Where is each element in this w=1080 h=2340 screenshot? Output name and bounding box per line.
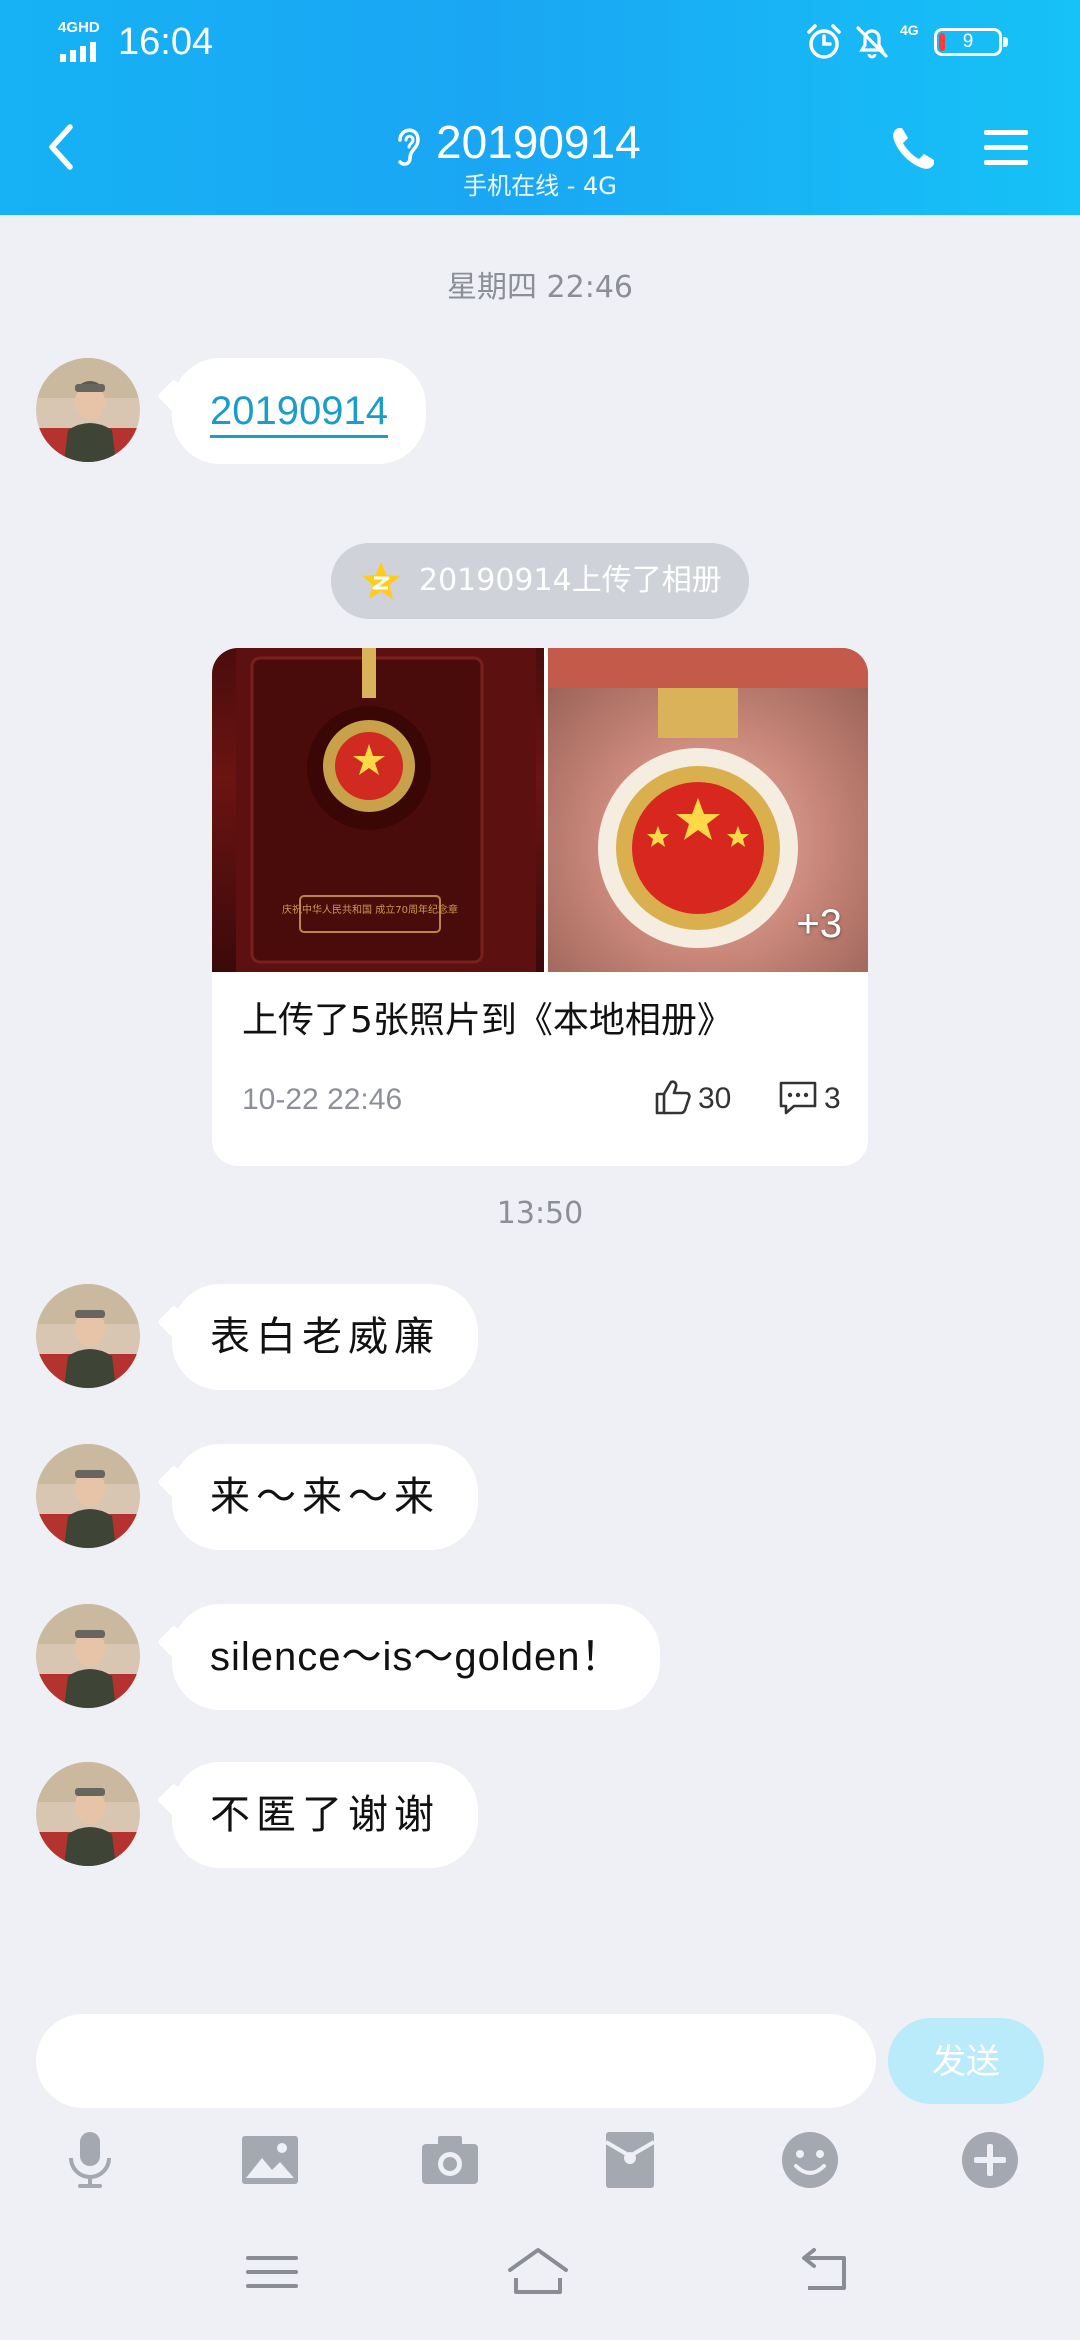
- album-photo-1[interactable]: 庆祝中华人民共和国 成立70周年纪念章: [212, 648, 544, 972]
- title-bar: 20190914 手机在线 - 4G: [0, 96, 1080, 204]
- avatar[interactable]: [36, 358, 140, 462]
- network-type: 4GHD: [58, 19, 100, 36]
- avatar-image: [36, 1762, 140, 1866]
- menu-button[interactable]: [978, 120, 1034, 176]
- camera-icon[interactable]: [418, 2128, 482, 2192]
- send-button[interactable]: 发送: [888, 2018, 1044, 2104]
- input-toolbar: [0, 2120, 1080, 2200]
- avatar-image: [36, 358, 140, 462]
- page-title: 20190914: [436, 116, 641, 168]
- nav-menu-icon[interactable]: [240, 2242, 304, 2302]
- avatar[interactable]: [36, 1284, 140, 1388]
- qzone-star-icon: [362, 562, 400, 599]
- battery-icon: 9: [934, 28, 1008, 56]
- chat-timestamp: 13:50: [496, 1196, 584, 1231]
- nav-back-icon[interactable]: [792, 2242, 856, 2302]
- plus-icon[interactable]: [958, 2128, 1022, 2192]
- album-time: 10-22 22:46: [242, 1083, 403, 1116]
- contact-title[interactable]: 20190914 手机在线 - 4G: [340, 108, 740, 200]
- comment-icon: [779, 1081, 817, 1115]
- chat-timestamp: 星期四 22:46: [447, 270, 633, 305]
- network-type-right: 4G: [900, 22, 919, 38]
- message-bubble[interactable]: 表白老威廉: [172, 1284, 478, 1390]
- link-message-bubble[interactable]: 20190914: [172, 358, 426, 464]
- album-notice-text: 20190914上传了相册: [419, 563, 722, 598]
- chat-header: 4GHD 16:04 4G 9 20190914 手机在线 - 4G: [0, 0, 1080, 215]
- status-time: 16:04: [118, 21, 214, 63]
- network-indicator: 4GHD: [58, 20, 108, 64]
- album-title: 上传了5张照片到《本地相册》: [242, 1000, 733, 1041]
- avatar[interactable]: [36, 1444, 140, 1548]
- like-count: 30: [698, 1082, 732, 1115]
- back-button[interactable]: [30, 112, 90, 182]
- message-input[interactable]: [36, 2014, 876, 2108]
- battery-percent: 9: [962, 31, 974, 52]
- album-photo-2[interactable]: +3: [548, 648, 868, 972]
- thumbs-up-icon: [655, 1080, 691, 1115]
- system-nav-bar: [0, 2234, 1080, 2314]
- album-card[interactable]: 庆祝中华人民共和国 成立70周年纪念章 +3 上传了5张照片到《本地相册》 10…: [212, 648, 868, 1166]
- signal-icon: [60, 42, 96, 62]
- avatar-image: [36, 1604, 140, 1708]
- phone-call-button[interactable]: [886, 120, 942, 176]
- album-notice[interactable]: 20190914上传了相册: [331, 543, 749, 619]
- like-button[interactable]: 30: [654, 1076, 744, 1122]
- online-status: 手机在线 - 4G: [463, 172, 617, 200]
- medal-box-caption: 庆祝中华人民共和国 成立70周年纪念章: [282, 903, 458, 916]
- avatar[interactable]: [36, 1762, 140, 1866]
- avatar-image: [36, 1284, 140, 1388]
- emoji-icon[interactable]: [778, 2128, 842, 2192]
- avatar-image: [36, 1444, 140, 1548]
- image-icon[interactable]: [238, 2128, 302, 2192]
- alarm-icon: [807, 24, 841, 59]
- nav-home-icon[interactable]: [506, 2242, 570, 2302]
- ear-icon: [398, 128, 420, 166]
- status-icons: 4G 9: [804, 18, 1024, 68]
- red-packet-icon[interactable]: [598, 2128, 662, 2192]
- microphone-icon[interactable]: [58, 2128, 122, 2192]
- comment-button[interactable]: 3: [778, 1076, 858, 1122]
- mute-icon: [856, 26, 888, 59]
- medal-box-photo: 庆祝中华人民共和国 成立70周年纪念章: [236, 648, 536, 972]
- message-bubble[interactable]: 来～来～来: [172, 1444, 478, 1550]
- more-photos-count: +3: [796, 902, 842, 946]
- status-bar: 4GHD 16:04 4G 9: [0, 0, 1080, 90]
- message-bubble[interactable]: silence～is～golden！: [172, 1604, 660, 1710]
- link-message-text[interactable]: 20190914: [210, 389, 388, 438]
- comment-count: 3: [824, 1082, 841, 1115]
- message-bubble[interactable]: 不匿了谢谢: [172, 1762, 478, 1868]
- avatar[interactable]: [36, 1604, 140, 1708]
